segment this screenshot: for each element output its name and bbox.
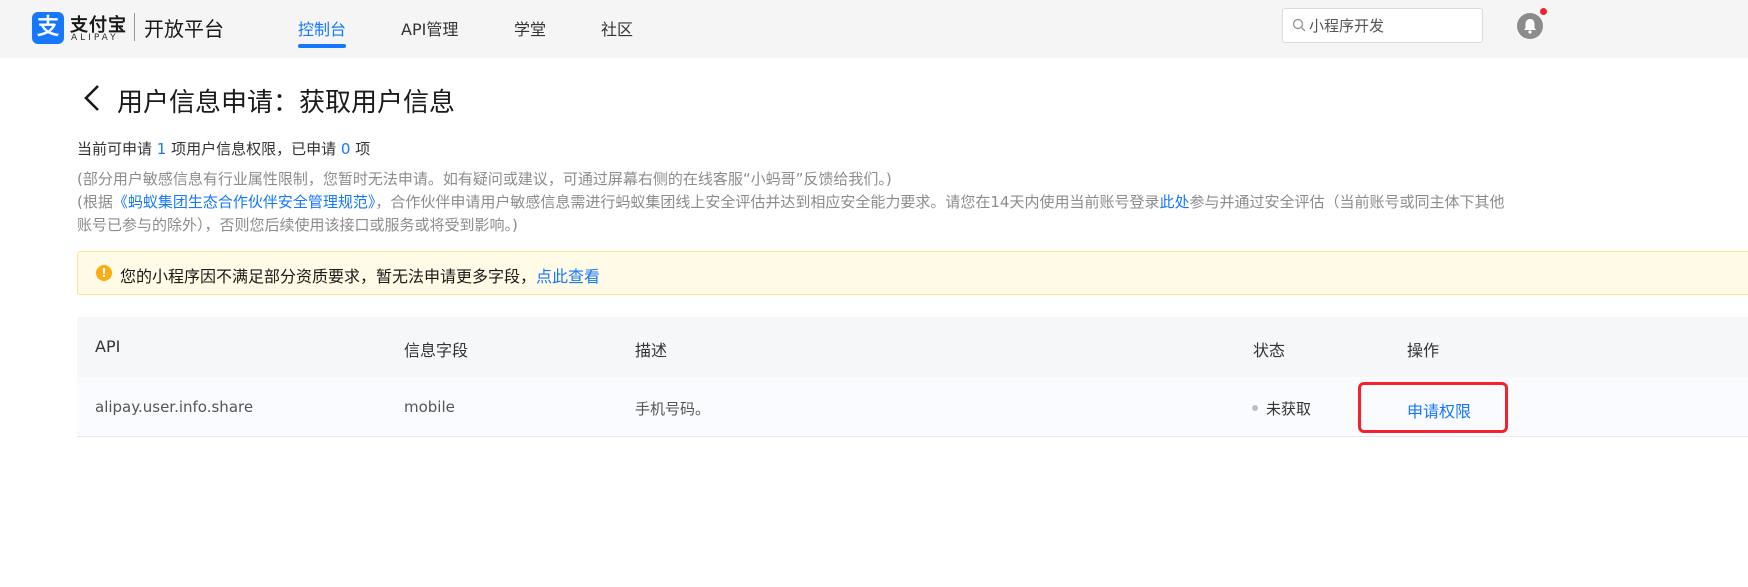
nav-tab-academy[interactable]: 学堂 (514, 16, 546, 40)
security-standard-link[interactable]: 《蚂蚁集团生态合作伙伴安全管理规范》 (113, 193, 376, 211)
status-dot-icon (1252, 405, 1258, 411)
cell-description: 手机号码。 (635, 400, 711, 418)
column-header-api: API (95, 337, 121, 356)
banner-message: 您的小程序因不满足部分资质要求，暂无法申请更多字段，点此查看 (120, 263, 600, 287)
available-count: 1 (156, 140, 167, 158)
search-icon[interactable] (1292, 18, 1306, 32)
summary-middle: 项用户信息权限，已申请 (166, 140, 341, 158)
table-row: alipay.user.info.share mobile 手机号码。 未获取 … (77, 377, 1748, 437)
cell-status: 未获取 (1266, 400, 1312, 418)
notification-bell-icon[interactable] (1517, 13, 1543, 39)
banner-text: 您的小程序因不满足部分资质要求，暂无法申请更多字段， (120, 267, 537, 286)
nav-tab-api-management[interactable]: API管理 (401, 16, 458, 40)
alipay-logo-icon[interactable]: 支 (32, 12, 64, 44)
assessment-here-link[interactable]: 此处 (1159, 193, 1189, 211)
column-header-status: 状态 (1253, 341, 1286, 360)
platform-name[interactable]: 开放平台 (144, 13, 224, 42)
exclamation-circle-icon: ! (96, 265, 112, 281)
search-box[interactable] (1282, 8, 1483, 43)
security-note-prefix: (根据 (77, 193, 113, 211)
nav-tab-console[interactable]: 控制台 (298, 16, 346, 40)
view-details-link[interactable]: 点此查看 (536, 267, 600, 286)
chevron-left-icon[interactable] (80, 83, 106, 113)
applied-count: 0 (340, 140, 351, 158)
nav-active-indicator (298, 44, 346, 48)
security-note: (根据《蚂蚁集团生态合作伙伴安全管理规范》，合作伙伴申请用户敏感信息需进行蚂蚁集… (77, 191, 1505, 212)
column-header-description: 描述 (635, 341, 668, 360)
summary-suffix: 项 (350, 140, 371, 158)
security-note-middle: ，合作伙伴申请用户敏感信息需进行蚂蚁集团线上安全评估并达到相应安全能力要求。请您… (375, 193, 1160, 211)
application-summary: 当前可申请 1 项用户信息权限，已申请 0 项 (77, 138, 370, 159)
brand-name-en: ALIPAY (71, 33, 119, 43)
table-header: API 信息字段 描述 状态 操作 (77, 317, 1748, 377)
cell-field: mobile (404, 398, 455, 416)
security-note-line2: 账号已参与的除外），否则您后续使用该接口或服务或将受到影响。) (77, 216, 518, 234)
logo-divider (134, 13, 135, 41)
apply-permission-button[interactable]: 申请权限 (1407, 398, 1471, 422)
nav-tab-community[interactable]: 社区 (601, 16, 633, 40)
column-header-action: 操作 (1407, 341, 1440, 360)
top-navbar: 支 支付宝 ALIPAY 开放平台 控制台 API管理 学堂 社区 (0, 0, 1748, 58)
page-title: 用户信息申请：获取用户信息 (117, 88, 456, 118)
security-note-suffix: 参与并通过安全评估（当前账号或同主体下其他 (1189, 193, 1505, 211)
summary-prefix: 当前可申请 (77, 140, 157, 158)
column-header-field: 信息字段 (404, 341, 469, 360)
search-input[interactable] (1309, 9, 1479, 42)
notification-dot (1540, 8, 1547, 15)
qualification-warning-banner: ! 您的小程序因不满足部分资质要求，暂无法申请更多字段，点此查看 (77, 251, 1748, 295)
cell-api: alipay.user.info.share (95, 398, 254, 416)
restriction-note: (部分用户敏感信息有行业属性限制，您暂时无法申请。如有疑问或建议，可通过屏幕右侧… (77, 170, 892, 188)
